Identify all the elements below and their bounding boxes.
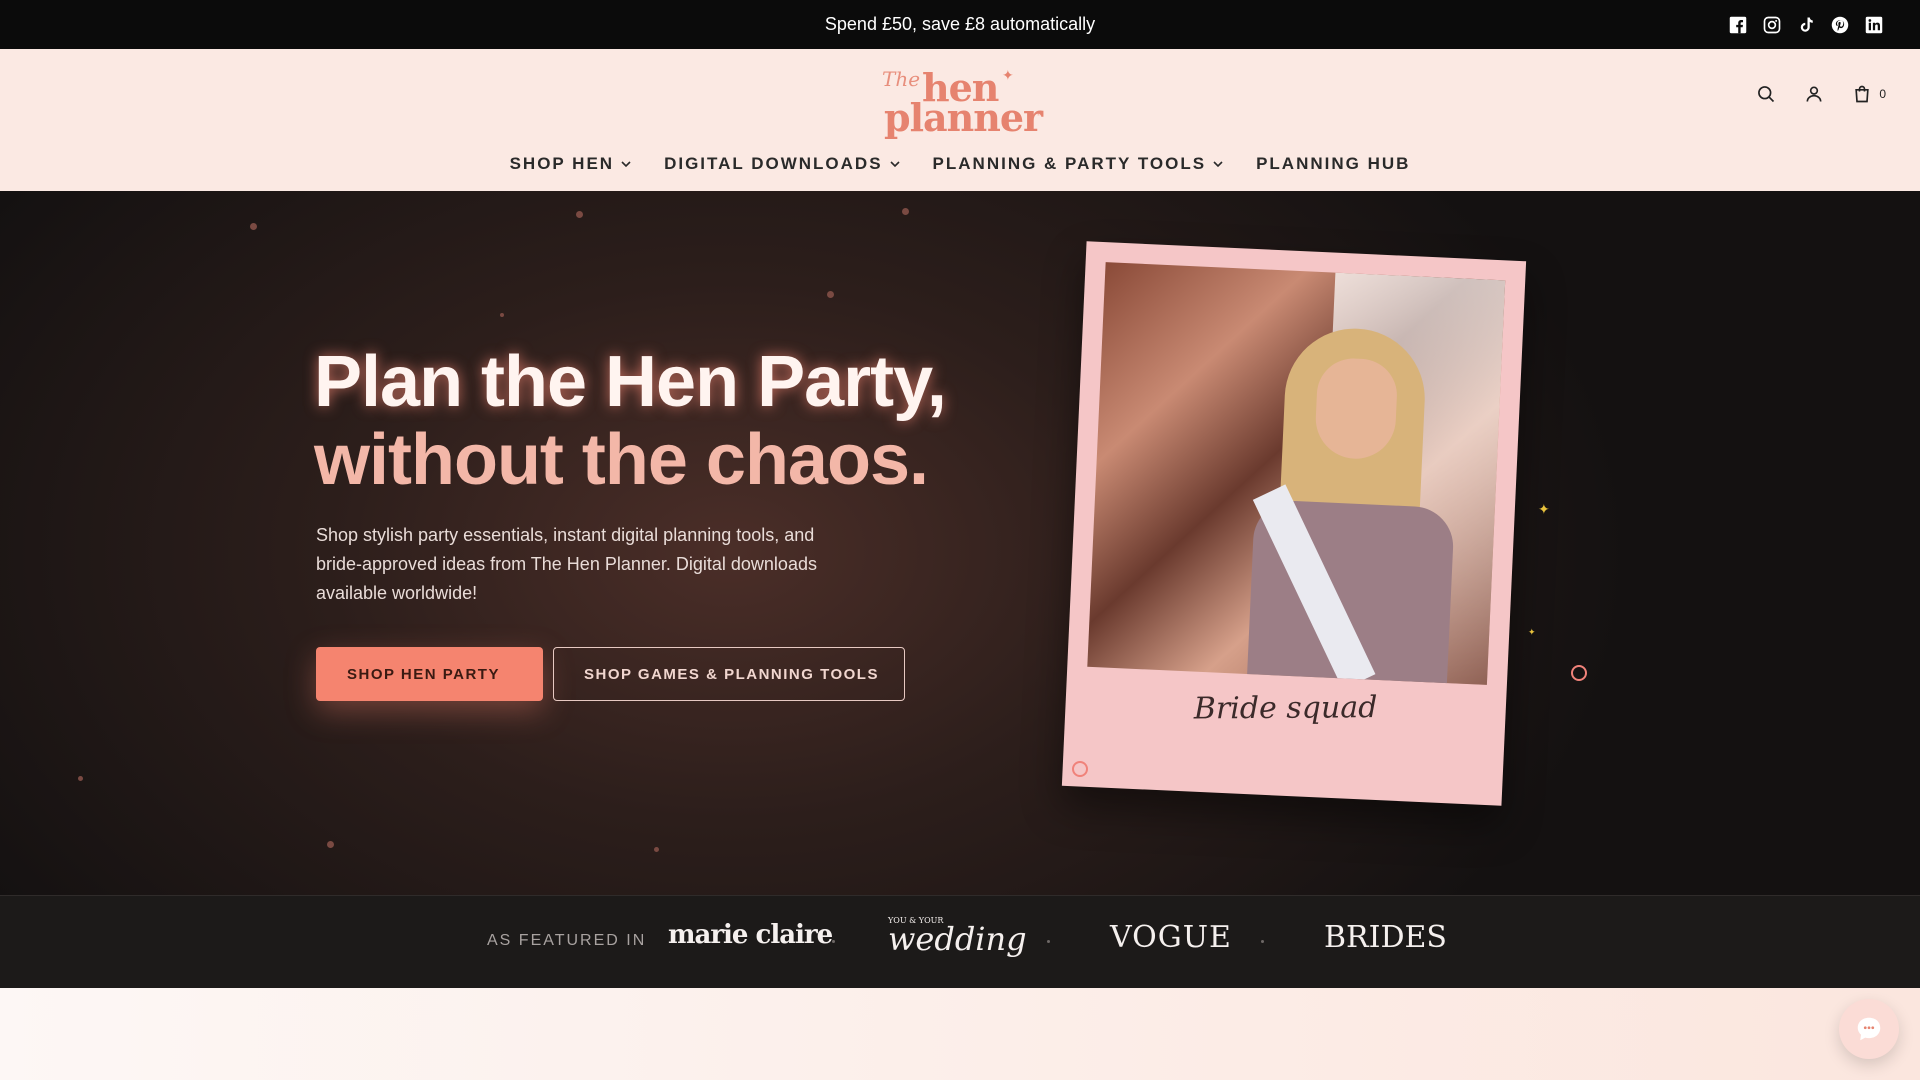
chat-widget-button[interactable]: [1839, 999, 1899, 1059]
decor-dot: [902, 208, 909, 215]
nav-item-planning-hub[interactable]: PLANNING HUB: [1256, 154, 1410, 174]
featured-label: AS FEATURED IN: [487, 932, 647, 949]
site-header: The hen ✦ planner ™ 0 SHOP HEN DIGITAL D…: [0, 49, 1920, 191]
instagram-icon[interactable]: [1762, 15, 1782, 35]
nav-item-label: DIGITAL DOWNLOADS: [664, 154, 883, 173]
polaroid-caption: Bride squad: [1193, 690, 1378, 727]
next-section-background: [0, 988, 1920, 1080]
logo-sparkle-icon: ✦: [1002, 67, 1014, 83]
nav-item-label: PLANNING & PARTY TOOLS: [932, 154, 1207, 173]
pinterest-icon[interactable]: [1830, 15, 1850, 35]
cart-icon: [1851, 83, 1873, 105]
photo-face: [1314, 356, 1399, 461]
brides-logo: BRIDES: [1324, 920, 1447, 955]
nav-item-label: SHOP HEN: [509, 154, 615, 173]
account-icon[interactable]: [1803, 83, 1825, 105]
decor-dot: [78, 776, 83, 781]
nav-item-label: PLANNING HUB: [1256, 154, 1411, 173]
shop-games-planning-tools-button[interactable]: SHOP GAMES & PLANNING TOOLS: [553, 647, 905, 701]
decor-dot: [654, 847, 659, 852]
site-logo[interactable]: The hen ✦ planner ™: [870, 61, 1050, 140]
tiktok-icon[interactable]: [1796, 15, 1816, 35]
decor-dot: [250, 223, 257, 230]
polaroid-photo-card: Bride squad: [1061, 241, 1527, 806]
separator-dot: [832, 940, 835, 943]
wedding-logo-text: wedding: [888, 920, 1027, 958]
hero-section: Plan the Hen Party, without the chaos. S…: [0, 191, 1920, 895]
hero-subtitle: Shop stylish party essentials, instant d…: [316, 525, 817, 603]
ring-icon: [1571, 665, 1587, 681]
chevron-down-icon: [1213, 161, 1223, 168]
decor-dot: [500, 313, 504, 317]
bride-photo: [1087, 262, 1506, 685]
main-nav: SHOP HEN DIGITAL DOWNLOADS PLANNING & PA…: [0, 154, 1920, 174]
shop-hen-party-button[interactable]: SHOP HEN PARTY: [316, 647, 543, 701]
hero-title-line1: Plan the Hen Party,: [314, 342, 947, 422]
nav-item-shop-hen[interactable]: SHOP HEN: [510, 154, 633, 174]
wedding-logo-prefix: YOU & YOUR: [888, 916, 944, 925]
hero-title-line2: without the chaos.: [314, 420, 929, 500]
chevron-down-icon: [889, 161, 900, 168]
sparkle-icon: ✦: [1528, 627, 1536, 637]
chevron-down-icon: [621, 161, 631, 168]
ring-icon: [1072, 761, 1088, 777]
social-links: [1728, 0, 1884, 49]
logo-planner: planner: [884, 95, 1043, 140]
you-and-your-wedding-logo: YOU & YOUR wedding: [888, 916, 1027, 958]
logo-the: The: [882, 67, 921, 91]
decor-dot: [827, 291, 834, 298]
vogue-logo: VOGUE: [1110, 920, 1232, 955]
marie-claire-logo: marie claire: [668, 920, 833, 950]
featured-in-band: AS FEATURED IN marie claire YOU & YOUR w…: [0, 895, 1920, 988]
nav-item-planning-party-tools[interactable]: PLANNING & PARTY TOOLS: [933, 154, 1225, 174]
cart-button[interactable]: 0: [1851, 83, 1886, 105]
separator-dot: [1261, 940, 1264, 943]
announcement-bar: Spend £50, save £8 automatically: [0, 0, 1920, 49]
linkedin-icon[interactable]: [1864, 15, 1884, 35]
facebook-icon[interactable]: [1728, 15, 1748, 35]
logo-trademark: ™: [1036, 111, 1044, 120]
header-actions: 0: [1755, 83, 1886, 105]
nav-item-digital-downloads[interactable]: DIGITAL DOWNLOADS: [664, 154, 900, 174]
search-icon[interactable]: [1755, 83, 1777, 105]
chat-bubble-icon: [1857, 1017, 1881, 1041]
separator-dot: [1047, 940, 1050, 943]
sparkle-icon: ✦: [1538, 501, 1550, 517]
announcement-text: Spend £50, save £8 automatically: [824, 14, 1096, 34]
decor-dot: [576, 211, 583, 218]
decor-dot: [327, 841, 334, 848]
hero-title: Plan the Hen Party, without the chaos.: [314, 342, 947, 500]
cart-count: 0: [1879, 87, 1886, 101]
